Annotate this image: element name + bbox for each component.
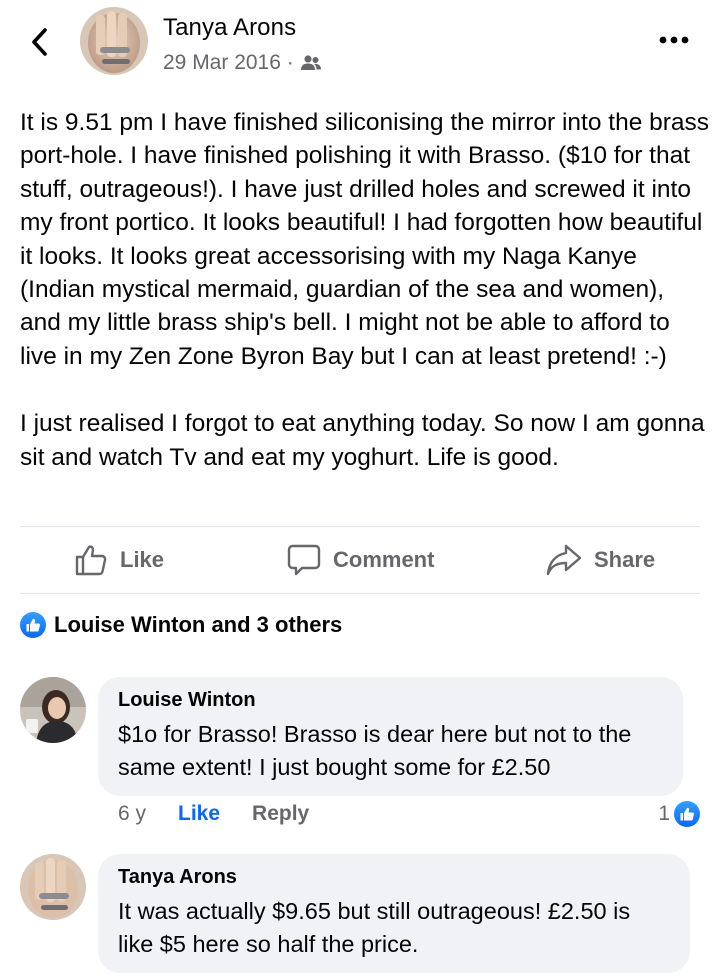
share-button[interactable]: Share [546, 537, 655, 583]
comment-like-button[interactable]: Like [178, 802, 220, 826]
like-reaction-icon [674, 801, 700, 827]
speech-bubble-icon [287, 544, 321, 576]
comment-bubble: Louise Winton $1o for Brasso! Brasso is … [98, 677, 683, 796]
post-paragraph: I just realised I forgot to eat anything… [20, 410, 705, 471]
comment-reply-button[interactable]: Reply [252, 802, 309, 826]
share-arrow-icon [546, 544, 582, 576]
comment-author-name[interactable]: Louise Winton [118, 689, 663, 712]
comment-text: $1o for Brasso! Brasso is dear here but … [118, 721, 632, 780]
comment-author-name[interactable]: Tanya Arons [118, 866, 670, 889]
more-options-button[interactable] [656, 28, 692, 52]
more-horizontal-icon [659, 36, 689, 44]
post-paragraph: It is 9.51 pm I have finished siliconisi… [20, 109, 710, 370]
comment-button[interactable]: Comment [287, 537, 434, 583]
like-label: Like [120, 547, 165, 572]
like-reaction-icon [20, 612, 46, 638]
post-date[interactable]: 29 Mar 2016 · [163, 51, 294, 75]
post-body: It is 9.51 pm I have finished siliconisi… [20, 106, 710, 474]
reactions-summary[interactable]: Louise Winton and 3 others [20, 612, 342, 638]
reactions-text: Louise Winton and 3 others [54, 612, 343, 637]
post-author-name[interactable]: Tanya Arons [163, 14, 296, 42]
chevron-left-icon [32, 28, 47, 56]
comment-bubble: Tanya Arons It was actually $9.65 but st… [98, 854, 690, 973]
like-button[interactable]: Like [74, 537, 164, 583]
comment-actions: 6 y Like Reply [118, 802, 309, 826]
back-button[interactable] [22, 22, 58, 62]
comment-reaction-count[interactable]: 1 [658, 801, 700, 827]
post-meta: 29 Mar 2016 · [163, 51, 322, 75]
share-label: Share [594, 547, 656, 572]
reaction-count-number: 1 [658, 802, 670, 825]
divider [20, 593, 700, 594]
comment-text: It was actually $9.65 but still outrageo… [118, 898, 631, 957]
thumbs-up-icon [75, 545, 107, 576]
divider [20, 526, 700, 527]
friends-icon [300, 55, 321, 70]
commenter-avatar[interactable] [20, 677, 86, 743]
comment-age: 6 y [118, 802, 147, 825]
author-avatar[interactable] [80, 7, 148, 75]
comment-label: Comment [333, 547, 435, 572]
commenter-avatar[interactable] [20, 854, 86, 920]
